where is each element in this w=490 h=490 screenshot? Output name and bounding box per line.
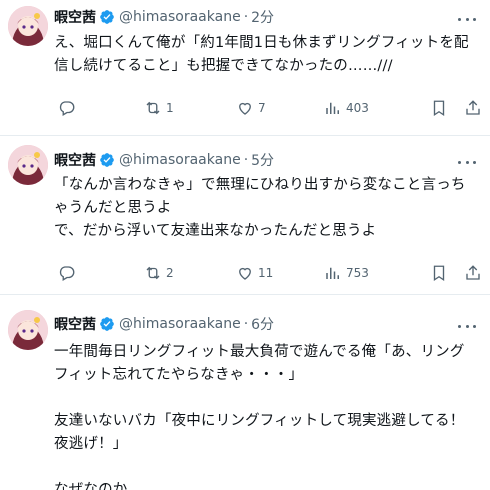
- avatar[interactable]: [8, 310, 48, 350]
- views-icon: [326, 267, 339, 279]
- more-icon[interactable]: [458, 12, 476, 26]
- retweet-icon: [146, 101, 160, 115]
- retweet-button[interactable]: 1: [144, 99, 174, 117]
- verified-badge-icon: [100, 317, 114, 331]
- tweet-text: 一年間毎日リングフィット最大負荷で遊んでる俺「あ、リングフィット忘れてたやらなき…: [54, 344, 465, 490]
- tweet-header: 暇空茜 @himasoraakane · 2分: [54, 6, 274, 28]
- tweet-header: 暇空茜 @himasoraakane · 6分: [54, 313, 274, 335]
- tweet[interactable]: 暇空茜 @himasoraakane · 2分 え、堀口くんて俺が「約1年間1日…: [0, 0, 490, 136]
- reply-button[interactable]: [58, 264, 80, 282]
- action-bar: 1 7 403: [54, 98, 484, 118]
- like-button[interactable]: 7: [236, 99, 266, 117]
- tweet-header: 暇空茜 @himasoraakane · 5分: [54, 149, 274, 171]
- action-bar: 2 11 753: [54, 263, 484, 283]
- tweet-text: 「なんか言わなきゃ」で無理にひねり出すから変なこと言っちゃうんだと思うよ で、だ…: [54, 177, 466, 239]
- tweet[interactable]: 暇空茜 @himasoraakane · 5分 「なんか言わなきゃ」で無理にひね…: [0, 137, 490, 295]
- like-count: 11: [258, 266, 274, 280]
- verified-badge-icon: [100, 153, 114, 167]
- separator-dot: ·: [243, 316, 249, 332]
- more-icon[interactable]: [458, 155, 476, 169]
- retweet-icon: [146, 266, 160, 280]
- separator-dot: ·: [243, 9, 249, 25]
- reply-button[interactable]: [58, 99, 80, 117]
- avatar[interactable]: [8, 145, 48, 185]
- share-button[interactable]: [464, 264, 482, 282]
- tweet[interactable]: 暇空茜 @himasoraakane · 6分 一年間毎日リングフィット最大負荷…: [0, 296, 490, 490]
- bookmark-icon: [433, 100, 445, 117]
- like-icon: [239, 102, 251, 115]
- views-button[interactable]: 753: [324, 264, 369, 282]
- avatar[interactable]: [8, 6, 48, 46]
- display-name[interactable]: 暇空茜: [54, 7, 96, 27]
- user-handle[interactable]: @himasoraakane: [119, 9, 241, 25]
- display-name[interactable]: 暇空茜: [54, 150, 96, 170]
- reply-icon: [59, 266, 75, 281]
- timestamp[interactable]: 2分: [251, 7, 274, 27]
- retweet-count: 1: [166, 101, 174, 115]
- like-count: 7: [258, 101, 266, 115]
- views-icon: [326, 102, 339, 114]
- share-button[interactable]: [464, 99, 482, 117]
- user-handle[interactable]: @himasoraakane: [119, 152, 241, 168]
- bookmark-icon: [433, 265, 445, 282]
- retweet-count: 2: [166, 266, 174, 280]
- more-icon[interactable]: [458, 319, 476, 333]
- verified-badge-icon: [100, 10, 114, 24]
- view-count: 753: [346, 266, 369, 280]
- views-button[interactable]: 403: [324, 99, 369, 117]
- reply-icon: [59, 101, 75, 116]
- separator-dot: ·: [243, 152, 249, 168]
- share-icon: [466, 265, 480, 280]
- bookmark-button[interactable]: [430, 99, 448, 117]
- tweet-text: え、堀口くんて俺が「約1年間1日も休まずリングフィットを配信し続けてること」も把…: [54, 35, 469, 74]
- like-button[interactable]: 11: [236, 264, 273, 282]
- like-icon: [239, 267, 251, 280]
- timestamp[interactable]: 5分: [251, 150, 274, 170]
- user-handle[interactable]: @himasoraakane: [119, 316, 241, 332]
- view-count: 403: [346, 101, 369, 115]
- display-name[interactable]: 暇空茜: [54, 314, 96, 334]
- share-icon: [466, 100, 480, 115]
- timestamp[interactable]: 6分: [251, 314, 274, 334]
- retweet-button[interactable]: 2: [144, 264, 174, 282]
- bookmark-button[interactable]: [430, 264, 448, 282]
